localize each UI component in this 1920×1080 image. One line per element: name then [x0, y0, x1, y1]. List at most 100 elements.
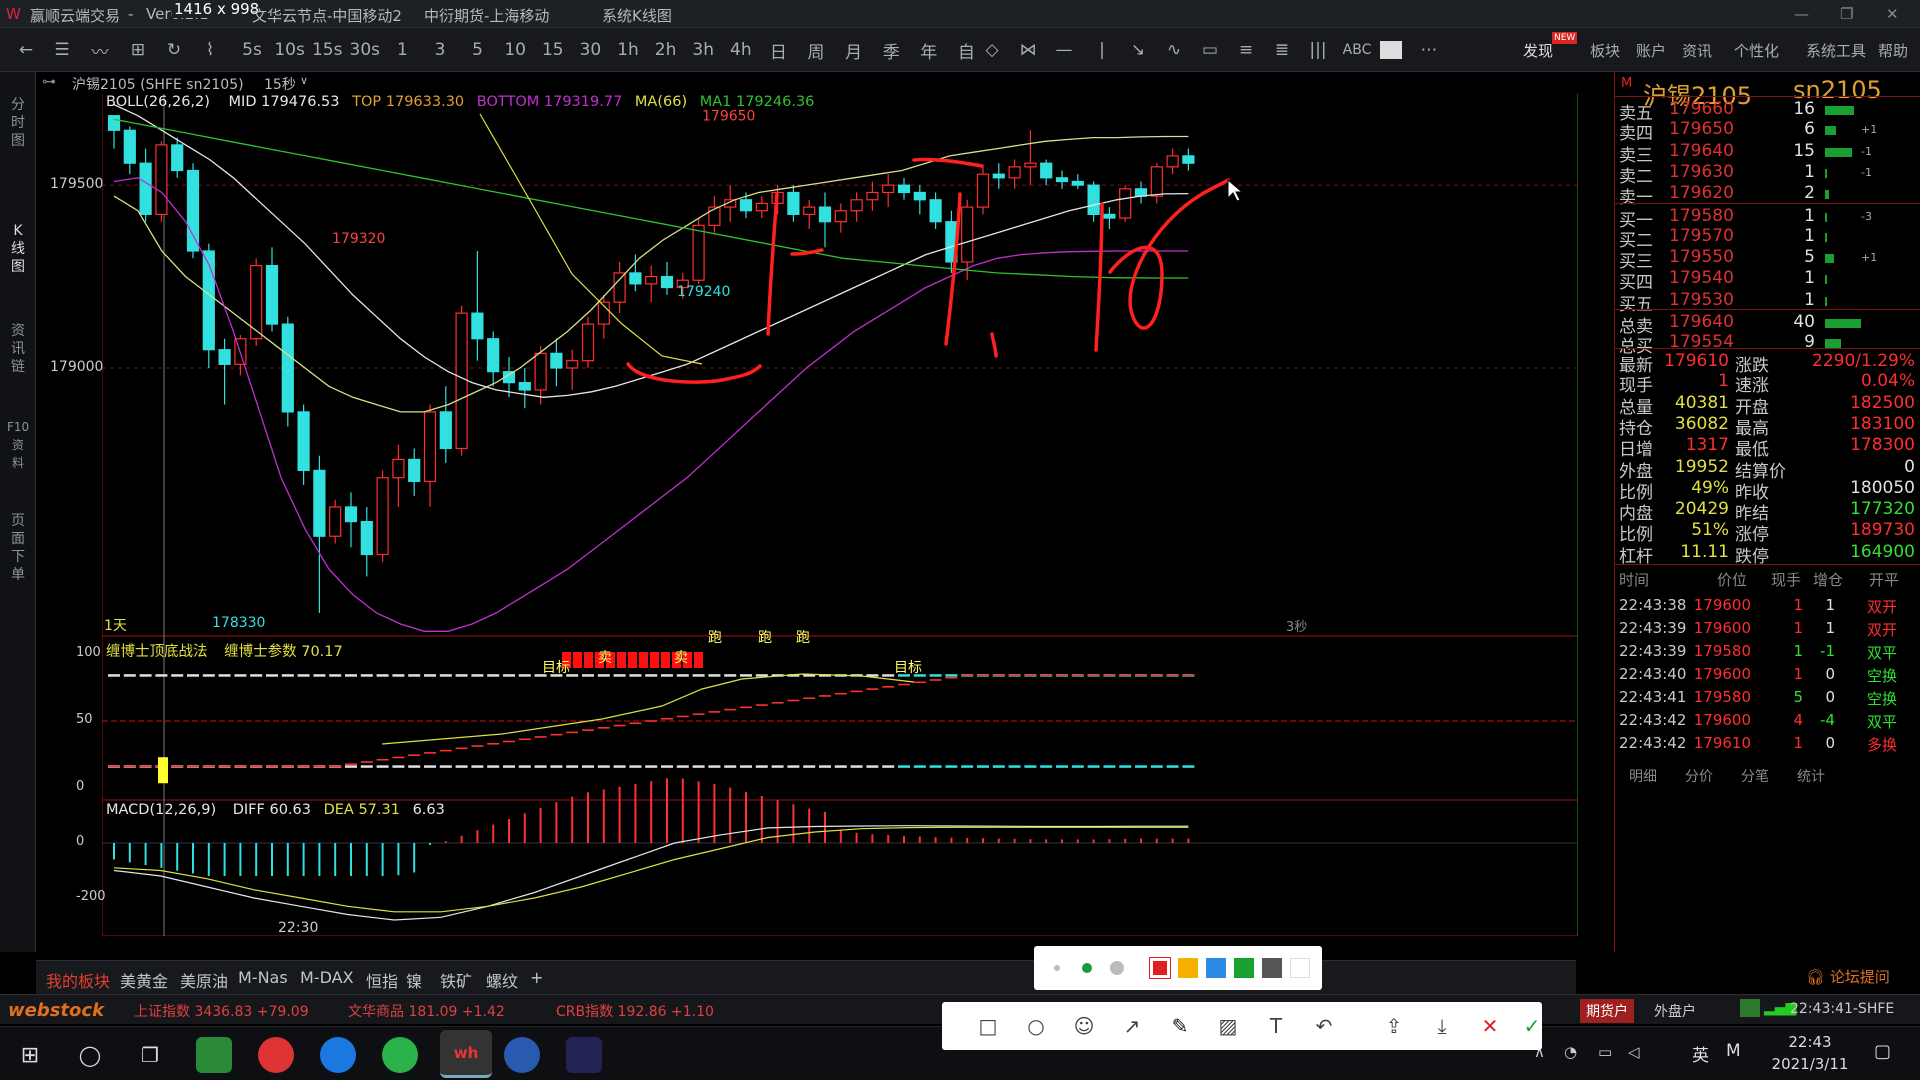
period-季[interactable]: 季 [875, 38, 907, 63]
cloud-node[interactable]: 文华云节点-中国移动2 [252, 5, 402, 26]
candle[interactable] [897, 177, 911, 200]
candle[interactable] [660, 261, 674, 295]
candle[interactable] [1103, 207, 1116, 230]
bowtie-icon[interactable]: ⋈ [1016, 38, 1040, 62]
text-tool-icon[interactable]: T [1264, 1014, 1288, 1038]
menu-2[interactable]: 资讯 [1682, 38, 1712, 62]
candle[interactable] [1087, 181, 1100, 222]
period-10s[interactable]: 10s [274, 38, 306, 62]
bars-icon[interactable]: ||| [1306, 38, 1330, 62]
undo-icon[interactable]: ↶ [1312, 1014, 1336, 1038]
period-select[interactable]: 15秒 [264, 74, 296, 94]
ellipse-tool-icon[interactable]: ○ [1024, 1014, 1048, 1038]
fib-icon[interactable]: ≣ [1270, 38, 1294, 62]
detail-tab-0[interactable]: 明细 [1629, 766, 1657, 786]
futures-company[interactable]: 中衍期货-上海移动 [424, 5, 549, 26]
battery-icon[interactable]: ▭ [1598, 1043, 1612, 1061]
candle[interactable] [171, 137, 184, 178]
candle[interactable] [929, 192, 942, 230]
candle[interactable] [1182, 148, 1195, 171]
wenhua-task-icon[interactable]: wh [440, 1030, 492, 1078]
app-blue-icon[interactable] [504, 1037, 540, 1073]
period-15[interactable]: 15 [537, 38, 569, 62]
wechat-icon[interactable] [382, 1037, 418, 1073]
period-自[interactable]: 自 [950, 38, 982, 63]
candle[interactable] [850, 192, 863, 222]
search-icon[interactable]: ◯ [72, 1037, 108, 1073]
candle[interactable] [1040, 159, 1053, 186]
detail-tab-2[interactable]: 分笔 [1741, 766, 1769, 786]
close-icon[interactable]: ✕ [1886, 5, 1899, 23]
pen-tool-icon[interactable]: ✎ [1168, 1014, 1192, 1038]
sub1-title[interactable]: 缠博士顶底战法 [106, 644, 208, 660]
vline-icon[interactable]: | [1090, 38, 1114, 62]
emoji-tool-icon[interactable]: ☺ [1072, 1014, 1096, 1038]
period-15s[interactable]: 15s [311, 38, 343, 62]
menu-5[interactable]: 帮助 [1878, 38, 1908, 62]
candle[interactable] [455, 305, 468, 456]
candle[interactable] [834, 203, 847, 233]
candle[interactable] [1119, 185, 1132, 222]
candle[interactable] [882, 174, 895, 208]
volume-icon[interactable]: ◁ [1628, 1043, 1640, 1061]
hline-icon[interactable]: — [1052, 38, 1076, 62]
wave-icon[interactable]: ∿ [1162, 38, 1186, 62]
sidebar-item-intraday[interactable]: 分时图 [7, 96, 29, 150]
forum-label[interactable]: 论坛提问 [1830, 968, 1890, 986]
app-360-icon[interactable] [196, 1037, 232, 1073]
line-chart-icon[interactable]: 〰 [88, 38, 112, 63]
menu-3[interactable]: 个性化 [1734, 38, 1779, 62]
candle[interactable] [1166, 148, 1179, 175]
cancel-icon[interactable]: ✕ [1478, 1014, 1502, 1038]
period-3[interactable]: 3 [424, 38, 456, 62]
candle[interactable] [518, 368, 531, 409]
futures-account-tab[interactable]: 期货户 [1580, 999, 1634, 1023]
os-date[interactable]: 2021/3/11 [1766, 1055, 1854, 1073]
compare-icon[interactable]: ⌇ [198, 38, 222, 62]
period-10[interactable]: 10 [499, 38, 531, 62]
candle[interactable] [423, 404, 437, 507]
forum-link[interactable]: 🎧︎ 论坛提问 [1806, 966, 1890, 987]
color-white[interactable] [1290, 958, 1310, 978]
candle[interactable] [344, 492, 358, 548]
candle[interactable] [471, 250, 484, 361]
menu-4[interactable]: 系统工具 [1806, 38, 1866, 62]
color-yellow[interactable] [1178, 958, 1198, 978]
candle[interactable] [1071, 174, 1084, 189]
period-3h[interactable]: 3h [687, 38, 719, 62]
period-30s[interactable]: 30s [349, 38, 381, 62]
text-tool[interactable]: ABC [1342, 38, 1372, 62]
channel-icon[interactable]: ≡ [1234, 38, 1258, 62]
sidebar-item-news[interactable]: 资讯链 [7, 322, 29, 376]
menu-0[interactable]: 板块 [1590, 38, 1620, 62]
chevron-down-icon[interactable]: ∨ [300, 74, 308, 87]
candle[interactable] [439, 386, 452, 464]
candle[interactable] [202, 243, 215, 368]
candle[interactable] [155, 141, 168, 222]
wifi-icon[interactable]: ◔ [1564, 1043, 1577, 1061]
board-tab-6[interactable]: 镍 [406, 968, 422, 992]
period-5[interactable]: 5 [462, 38, 494, 62]
candle[interactable] [803, 199, 816, 230]
candle[interactable] [866, 181, 879, 211]
color-green[interactable] [1234, 958, 1254, 978]
candle[interactable] [629, 254, 642, 292]
index-sh[interactable]: 上证指数 3436.83 +79.09 [134, 1001, 309, 1021]
taskview-icon[interactable]: ❐ [132, 1037, 168, 1073]
detail-tab-3[interactable]: 统计 [1797, 766, 1825, 786]
rect-icon[interactable]: ▭ [1198, 38, 1222, 62]
candle[interactable] [613, 261, 626, 314]
qq-browser-icon[interactable] [320, 1037, 356, 1073]
period-日[interactable]: 日 [762, 38, 794, 63]
candle[interactable] [755, 196, 768, 219]
trade-row[interactable]: 22:43:42 179610 1 0 多换 [1615, 730, 1920, 756]
share-icon[interactable]: ⇪ [1382, 1014, 1406, 1038]
candle[interactable] [787, 185, 800, 222]
candle[interactable] [329, 499, 342, 544]
sidebar-item-order[interactable]: 页面下单 [7, 512, 29, 584]
chrome-icon[interactable] [258, 1037, 294, 1073]
color-gray[interactable] [1262, 958, 1282, 978]
minimize-icon[interactable]: — [1794, 5, 1809, 23]
size-small[interactable] [1054, 965, 1060, 971]
arrow-tool-icon[interactable]: ↗ [1120, 1014, 1144, 1038]
